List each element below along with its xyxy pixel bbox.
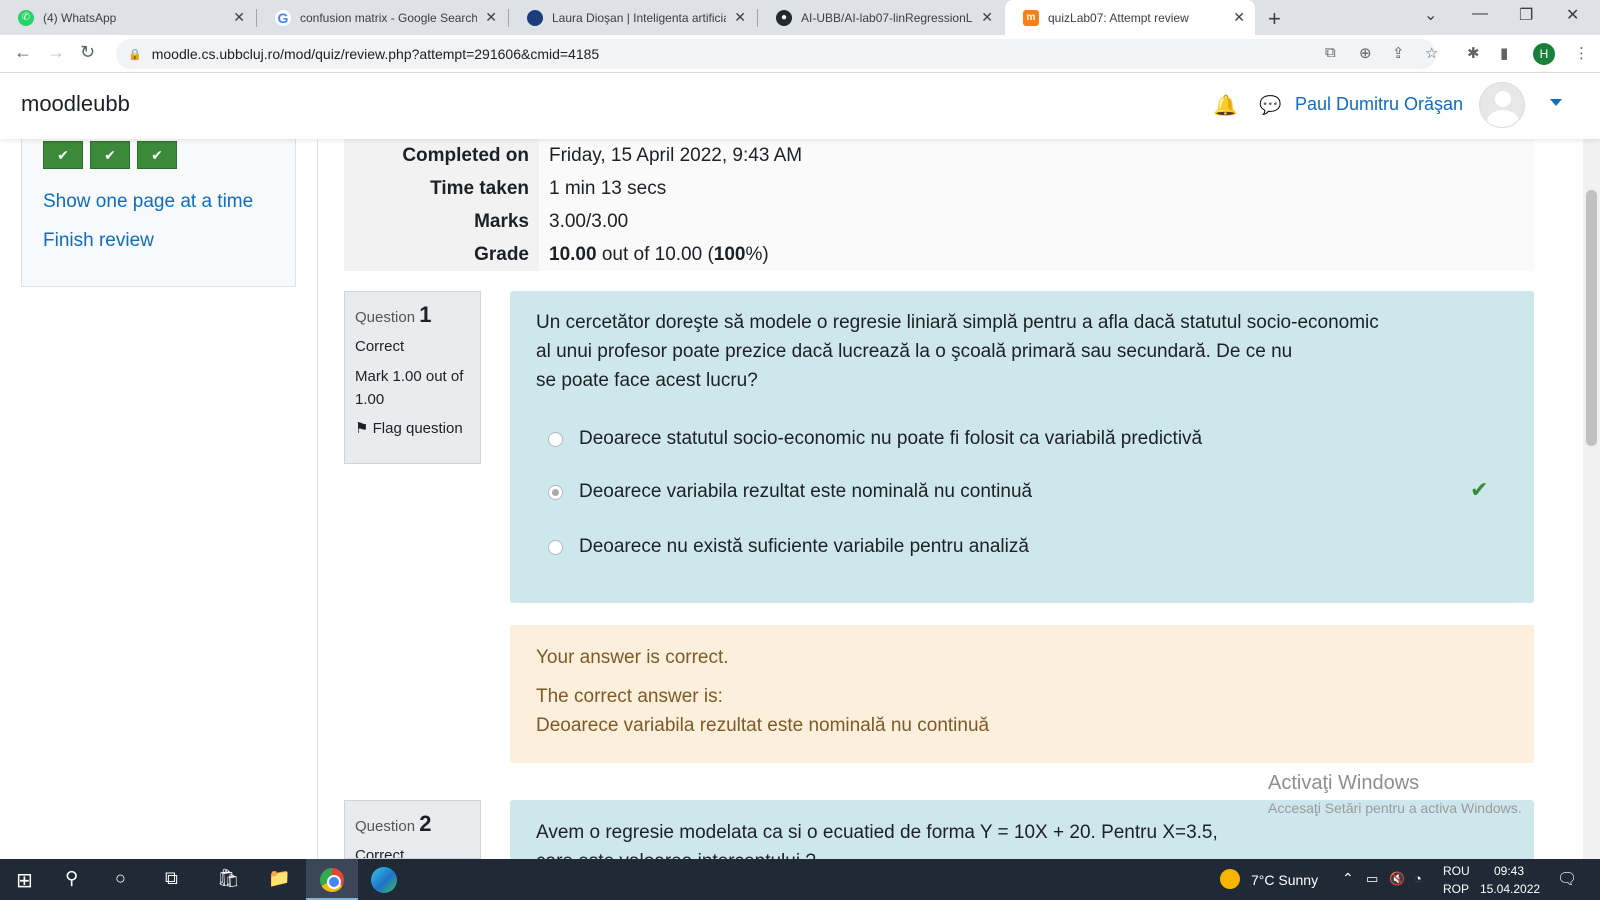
address-bar[interactable]: 🔒 moodle.cs.ubbcluj.ro/mod/quiz/review.p…	[116, 39, 1436, 69]
battery-icon[interactable]: ▭	[1366, 871, 1378, 887]
minimize-button[interactable]: —	[1472, 5, 1488, 23]
scrollbar-thumb[interactable]	[1586, 190, 1597, 446]
clock-date[interactable]: 15.04.2022	[1480, 882, 1540, 896]
correct-check-icon: ✔	[1470, 477, 1489, 502]
tab-laura-diosan[interactable]: Laura Dioşan | Inteligenta artificia ✕	[509, 0, 756, 35]
edge-icon[interactable]	[371, 867, 397, 893]
user-menu-name[interactable]: Paul Dumitru Orăşan	[1295, 94, 1463, 115]
tab-whatsapp[interactable]: ✆ (4) WhatsApp ✕	[0, 0, 255, 35]
menu-dots-icon[interactable]: ⋮	[1574, 44, 1589, 62]
windows-taskbar: ⊞ ⚲ ○ ⧉ 🛍 📁	[0, 859, 1600, 900]
check-icon: ✔	[57, 146, 69, 163]
whatsapp-icon: ✆	[18, 9, 34, 26]
translate-icon[interactable]: ⧉	[1325, 44, 1336, 61]
question-mark: Mark 1.00 out of 1.00	[355, 368, 464, 408]
close-tab-icon[interactable]: ✕	[485, 9, 497, 26]
clock-time[interactable]: 09:43	[1494, 864, 1524, 878]
wifi-icon[interactable]: ◔	[1414, 871, 1422, 886]
close-tab-icon[interactable]: ✕	[233, 9, 245, 26]
url-text[interactable]: moodle.cs.ubbcluj.ro/mod/quiz/review.php…	[152, 46, 600, 62]
moodle-icon: m	[1023, 9, 1039, 26]
profile-avatar[interactable]: H	[1533, 43, 1555, 65]
browser-toolbar: ← → ↻ 🔒 moodle.cs.ubbcluj.ro/mod/quiz/re…	[0, 35, 1600, 73]
attempt-summary-table: Completed on Friday, 15 April 2022, 9:43…	[344, 139, 1534, 271]
back-button[interactable]: ←	[14, 42, 32, 63]
flag-question-link[interactable]: ⚑ Flag question	[355, 419, 470, 437]
user-menu-caret-icon[interactable]	[1550, 99, 1562, 106]
search-icon[interactable]: ⚲	[65, 868, 78, 889]
lock-icon[interactable]: 🔒	[128, 48, 142, 61]
close-tab-icon[interactable]: ✕	[981, 9, 993, 26]
google-icon: G	[275, 9, 291, 26]
question-state: Correct	[355, 847, 405, 859]
tab-google-search[interactable]: G confusion matrix - Google Search ✕	[257, 0, 507, 35]
windows-start-icon[interactable]: ⊞	[16, 868, 33, 893]
close-window-button[interactable]: ✕	[1566, 5, 1579, 25]
question-1-formulation: Un cercetător doreşte să modele o regres…	[510, 291, 1534, 603]
maximize-button[interactable]: ❐	[1519, 5, 1533, 25]
windows-activation-watermark: Activaţi Windows	[1268, 772, 1420, 794]
tab-quiz-review[interactable]: m quizLab07: Attempt review ✕	[1005, 0, 1255, 35]
notifications-bell-icon[interactable]: 🔔	[1213, 93, 1238, 118]
finish-review-link[interactable]: Finish review	[43, 230, 154, 252]
question-1-feedback: Your answer is correct. The correct answ…	[510, 625, 1534, 763]
question-state: Correct	[355, 338, 405, 355]
check-icon: ✔	[151, 146, 163, 163]
show-one-page-link[interactable]: Show one page at a time	[43, 191, 253, 213]
summary-row: Time taken 1 min 13 secs	[344, 172, 1534, 205]
answer-option[interactable]: Deoarece nu există suficiente variabile …	[548, 536, 1029, 558]
bookmark-star-icon[interactable]: ☆	[1425, 44, 1438, 62]
volume-muted-icon[interactable]: 🔇	[1389, 871, 1405, 887]
tab-search-icon[interactable]: ⌄	[1424, 5, 1437, 25]
zoom-icon[interactable]: ⊕	[1359, 44, 1372, 62]
answer-radio[interactable]	[548, 431, 563, 447]
quiz-nav-question-1[interactable]: ✔	[43, 141, 83, 169]
question-text: Un cercetător doreşte să modele o regres…	[536, 312, 1379, 391]
tab-github[interactable]: ● AI-UBB/AI-lab07-linRegressionLS ✕	[758, 0, 1003, 35]
globe-icon	[527, 9, 543, 26]
moodle-navbar: moodleubb 🔔 💬 Paul Dumitru Orăşan	[0, 73, 1600, 139]
new-tab-button[interactable]: +	[1268, 6, 1281, 32]
quiz-nav-question-2[interactable]: ✔	[90, 141, 130, 169]
cortana-icon[interactable]: ○	[115, 868, 126, 889]
quiz-navigation-block: ✔ ✔ ✔ Show one page at a time Finish rev…	[21, 139, 296, 287]
question-2-info: Question 2 Correct	[344, 800, 481, 859]
share-icon[interactable]: ⇪	[1392, 44, 1405, 62]
close-tab-icon[interactable]: ✕	[734, 9, 746, 26]
reload-button[interactable]: ↻	[80, 42, 95, 63]
question-1-info: Question 1 Correct Mark 1.00 out of 1.00…	[344, 291, 481, 464]
user-avatar[interactable]	[1479, 82, 1525, 128]
summary-row: Marks 3.00/3.00	[344, 205, 1534, 238]
forward-button[interactable]: →	[47, 42, 65, 63]
github-icon: ●	[776, 9, 792, 26]
file-explorer-icon[interactable]: 📁	[268, 868, 290, 889]
flag-icon: ⚑	[355, 420, 369, 437]
notifications-icon[interactable]: 🗨	[1557, 869, 1577, 889]
answer-radio[interactable]	[548, 484, 563, 500]
summary-row-grade: Grade 10.00 out of 10.00 (100%)	[344, 238, 1534, 271]
chrome-icon	[320, 868, 344, 892]
input-layout[interactable]: ROP	[1443, 882, 1469, 896]
store-icon[interactable]: 🛍	[217, 868, 240, 889]
side-panel-icon[interactable]: ▮	[1500, 44, 1508, 62]
answer-option-selected[interactable]: Deoarece variabila rezultat este nominal…	[548, 481, 1032, 503]
check-icon: ✔	[104, 146, 116, 163]
extensions-icon[interactable]: ✱	[1467, 44, 1480, 62]
input-language[interactable]: ROU	[1443, 864, 1470, 878]
answer-option[interactable]: Deoarece statutul socio-economic nu poat…	[548, 428, 1202, 450]
quiz-nav-question-3[interactable]: ✔	[137, 141, 177, 169]
tray-chevron-icon[interactable]: ⌃	[1342, 870, 1354, 887]
messages-icon[interactable]: 💬	[1259, 95, 1281, 116]
windows-activation-hint: Accesaţi Setări pentru a activa Windows.	[1268, 800, 1522, 816]
weather-text[interactable]: 7°C Sunny	[1251, 872, 1318, 888]
question-text: Avem o regresie modelata ca si o ecuatie…	[536, 822, 1218, 860]
browser-tab-strip: ✆ (4) WhatsApp ✕ G confusion matrix - Go…	[0, 0, 1600, 35]
close-tab-icon[interactable]: ✕	[1233, 9, 1245, 26]
summary-row: Completed on Friday, 15 April 2022, 9:43…	[344, 139, 1534, 172]
site-brand[interactable]: moodleubb	[21, 91, 130, 117]
answer-radio[interactable]	[548, 539, 563, 555]
weather-sun-icon	[1220, 869, 1240, 889]
task-view-icon[interactable]: ⧉	[165, 868, 178, 889]
